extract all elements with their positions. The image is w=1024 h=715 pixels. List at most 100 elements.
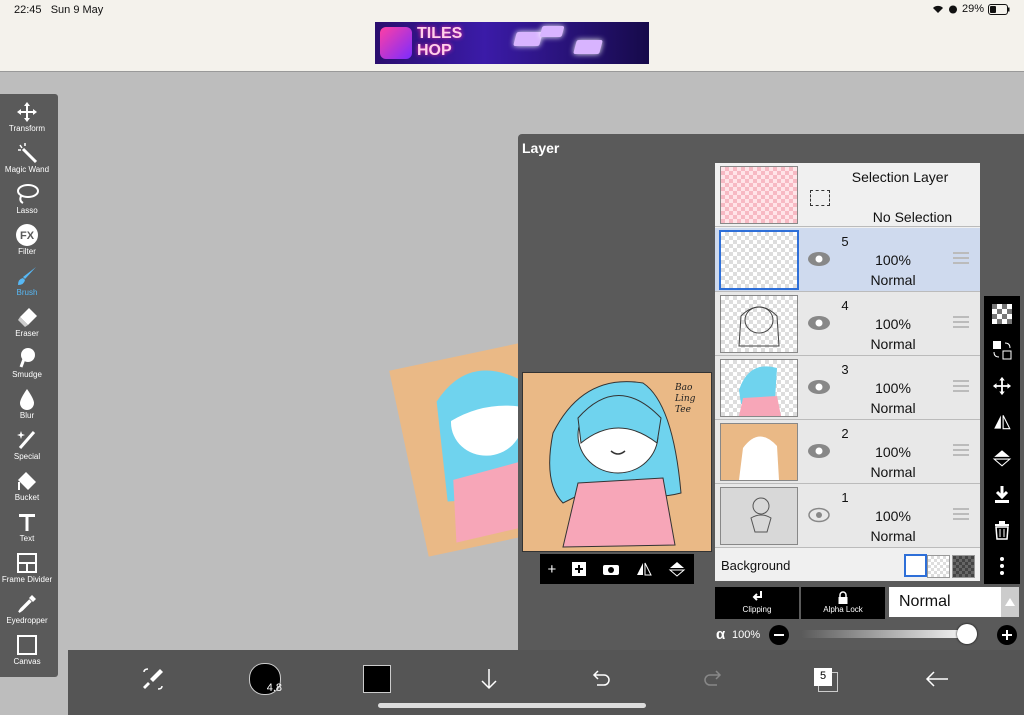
tool-lasso[interactable]: Lasso (0, 182, 54, 215)
flip-horizontal-icon[interactable] (635, 561, 653, 577)
ad-logo-icon (380, 27, 412, 59)
back-button[interactable] (920, 662, 954, 696)
flip-vertical-icon[interactable] (668, 561, 686, 577)
ad-tile-icon (513, 32, 543, 46)
color-swatch (363, 665, 391, 693)
more-options-button[interactable] (984, 548, 1020, 584)
swap-layer-button[interactable] (984, 332, 1020, 368)
eye-icon[interactable] (807, 250, 831, 268)
flip-layer-horizontal-button[interactable] (984, 404, 1020, 440)
drag-handle-icon[interactable] (953, 444, 969, 456)
ad-tile-icon (539, 26, 565, 37)
tool-magic-wand[interactable]: Magic Wand (0, 141, 54, 174)
layer-1-sketch-drawing (750, 497, 772, 533)
import-down-button[interactable] (472, 662, 506, 696)
clipping-button[interactable]: Clipping (715, 587, 799, 619)
tool-brush-label: Brush (16, 288, 38, 297)
selection-layer-row[interactable]: Selection Layer No Selection (715, 163, 980, 227)
tool-eyedropper[interactable]: Eyedropper (0, 592, 54, 625)
tool-smudge[interactable]: Smudge (0, 346, 54, 379)
tool-special[interactable]: Special (0, 428, 54, 461)
move-layer-button[interactable] (984, 368, 1020, 404)
layer-4-thumbnail (720, 295, 798, 353)
layer-bottom-controls: Clipping Alpha Lock Normal α 100% (715, 587, 1021, 647)
layer-2-mode: Normal (870, 464, 916, 480)
alpha-slider-thumb[interactable] (957, 624, 977, 644)
camera-icon[interactable] (602, 562, 620, 576)
more-vertical-icon (1000, 557, 1004, 575)
home-indicator[interactable] (378, 703, 646, 708)
plus-circle-icon[interactable] (997, 625, 1017, 645)
brush-icon (18, 267, 36, 285)
brush-swap-icon (143, 668, 163, 690)
tool-lasso-label: Lasso (16, 206, 38, 215)
tool-blur[interactable]: Blur (0, 387, 54, 420)
tool-transform-label: Transform (8, 124, 46, 133)
color-button[interactable] (360, 662, 394, 696)
layer-4-number: 4 (841, 298, 849, 313)
background-dark-swatch[interactable] (952, 555, 975, 578)
background-row[interactable]: Background (715, 551, 980, 581)
drag-handle-icon[interactable] (953, 316, 969, 328)
canvas-icon (17, 635, 37, 655)
ad-banner[interactable]: TILES HOP (375, 22, 649, 64)
checker-new-layer-button[interactable] (984, 296, 1020, 332)
tool-eraser-label: Eraser (15, 329, 39, 338)
layer-1-mode: Normal (870, 528, 916, 544)
add-layer-icon[interactable]: + (548, 561, 557, 578)
background-white-swatch[interactable] (904, 554, 927, 577)
layer-row-3[interactable]: 3 100% Normal (715, 356, 980, 420)
tool-bucket[interactable]: Bucket (0, 469, 54, 502)
eye-icon[interactable] (807, 314, 831, 332)
tool-transform[interactable]: Transform (0, 100, 54, 133)
layer-list: Selection Layer No Selection 5 100% Norm… (715, 163, 980, 581)
alpha-value: 100% (732, 629, 761, 641)
drag-handle-icon[interactable] (953, 380, 969, 392)
layers-button[interactable]: 5 (808, 662, 842, 696)
ad-brand: TILES HOP (417, 25, 463, 59)
alpha-lock-button[interactable]: Alpha Lock (801, 587, 885, 619)
eye-outline-icon[interactable] (807, 506, 831, 524)
tool-eraser[interactable]: Eraser (0, 305, 54, 338)
blend-mode-select[interactable]: Normal (889, 587, 1019, 617)
triangle-up-icon (1005, 598, 1015, 606)
alpha-symbol: α (716, 626, 726, 643)
eye-icon[interactable] (807, 378, 831, 396)
bucket-icon (18, 472, 36, 490)
alpha-row: α 100% (715, 623, 1021, 647)
tool-frame-divider[interactable]: Frame Divider (0, 551, 54, 584)
tool-text[interactable]: Text (0, 510, 54, 543)
eye-icon[interactable] (807, 442, 831, 460)
undo-button[interactable] (584, 662, 618, 696)
preview-signature: Bao Ling Tee (675, 383, 696, 415)
blend-mode-dropdown[interactable] (1001, 587, 1019, 617)
layer-count: 5 (819, 670, 827, 682)
background-transparent-swatch[interactable] (927, 555, 950, 578)
layer-row-5[interactable]: 5 100% Normal (715, 228, 980, 292)
alpha-slider[interactable] (801, 624, 977, 644)
battery-percent: 29% (961, 3, 984, 15)
layer-row-2[interactable]: 2 100% Normal (715, 420, 980, 484)
text-t-icon (19, 514, 35, 531)
tool-canvas[interactable]: Canvas (0, 633, 54, 666)
layer-row-4[interactable]: 4 100% Normal (715, 292, 980, 356)
add-layer-square-icon[interactable] (571, 561, 587, 577)
layer-row-1[interactable]: 1 100% Normal (715, 484, 980, 548)
arrow-left-icon (925, 671, 948, 687)
layer-3-opacity: 100% (875, 380, 911, 396)
tool-filter[interactable]: FX Filter (0, 223, 54, 256)
flip-layer-vertical-button[interactable] (984, 440, 1020, 476)
undo-icon (592, 670, 610, 686)
brush-size-button[interactable]: 4.8 (248, 662, 282, 696)
delete-layer-button[interactable] (984, 512, 1020, 548)
move-arrows-icon (992, 376, 1012, 396)
trash-icon (995, 521, 1009, 540)
redo-button[interactable] (696, 662, 730, 696)
swap-layer-icon (993, 341, 1012, 360)
minus-circle-icon[interactable] (769, 625, 789, 645)
quick-tools-button[interactable] (136, 662, 170, 696)
drag-handle-icon[interactable] (953, 508, 969, 520)
tool-brush[interactable]: Brush (0, 264, 54, 297)
merge-down-button[interactable] (984, 476, 1020, 512)
drag-handle-icon[interactable] (953, 252, 969, 264)
